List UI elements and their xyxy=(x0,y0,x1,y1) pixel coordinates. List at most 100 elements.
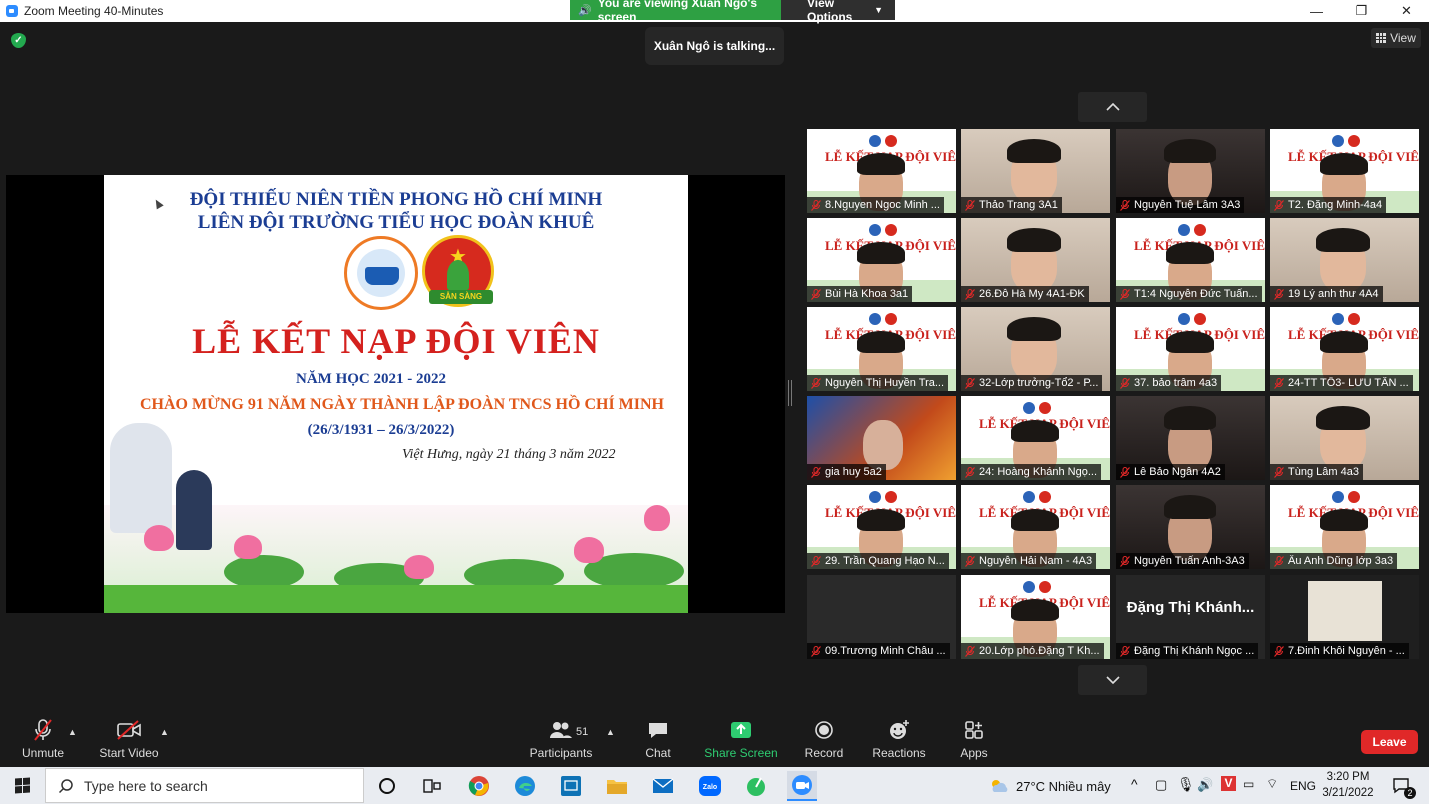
record-icon xyxy=(815,721,833,739)
minimize-button[interactable]: — xyxy=(1294,0,1339,22)
zoom-taskbar-icon[interactable] xyxy=(787,771,817,801)
muted-mic-icon xyxy=(811,288,821,300)
participant-hair xyxy=(857,242,905,264)
view-layout-button[interactable]: View xyxy=(1371,28,1421,48)
muted-mic-icon xyxy=(811,199,821,211)
participant-name: 19 Lý anh thư 4A4 xyxy=(1288,288,1379,300)
vietkey-icon[interactable]: V xyxy=(1221,776,1236,791)
participant-name: 09.Trương Minh Châu ... xyxy=(825,645,946,657)
participant-tile[interactable]: 19 Lý anh thư 4A4 xyxy=(1270,218,1419,302)
participant-namebar: Nguyễn Thị Huyền Tra... xyxy=(807,375,949,391)
muted-mic-icon xyxy=(811,377,821,389)
taskbar-clock[interactable]: 3:20 PM 3/21/2022 xyxy=(1313,769,1383,801)
participant-namebar: gia huy 5a2 xyxy=(807,464,886,480)
reactions-button[interactable]: Reactions xyxy=(870,714,928,767)
start-video-button[interactable]: Start Video xyxy=(96,714,162,767)
chrome-icon[interactable] xyxy=(464,771,494,801)
participant-namebar: 8.Nguyen Ngoc Minh ... xyxy=(807,197,944,213)
weather-text[interactable]: 27°C Nhiều mây xyxy=(1016,779,1111,794)
record-button[interactable]: Record xyxy=(802,714,846,767)
view-options-button[interactable]: View Options ▼ xyxy=(781,0,895,24)
participant-tile[interactable]: LỄ KẾT NẠP ĐỘI VIÊN29. Trần Quang Hạo N.… xyxy=(807,485,956,569)
participant-name: 24: Hoàng Khánh Ngọ... xyxy=(979,466,1098,478)
video-options-caret-icon[interactable]: ▲ xyxy=(160,727,170,737)
edge-icon[interactable] xyxy=(510,771,540,801)
participant-hair xyxy=(1164,495,1216,519)
view-label: View xyxy=(1390,31,1416,45)
participant-tile[interactable]: LỄ KẾT NẠP ĐỘI VIÊNT1:4 Nguyễn Đức Tuấn.… xyxy=(1116,218,1265,302)
viewing-indicator: 🔊 You are viewing Xuân Ngô's screen xyxy=(570,0,781,24)
participant-tile[interactable]: LỄ KẾT NẠP ĐỘI VIÊNÂu Anh Dũng lớp 3a3 xyxy=(1270,485,1419,569)
participants-button[interactable]: Participants xyxy=(528,714,594,767)
participant-name: Thảo Trang 3A1 xyxy=(979,199,1058,211)
wifi-icon[interactable]: ⌔ xyxy=(1266,776,1278,792)
participant-tile[interactable]: LỄ KẾT NẠP ĐỘI VIÊN24-TT TỔ3- LƯU TẤN ..… xyxy=(1270,307,1419,391)
participant-tile[interactable]: Nguyễn Tuấn Anh-3A3 xyxy=(1116,485,1265,569)
slide-line-2: LIÊN ĐỘI TRƯỜNG TIỂU HỌC ĐOÀN KHUÊ xyxy=(197,212,595,233)
maximize-button[interactable]: ❐ xyxy=(1339,0,1384,22)
participant-tile[interactable]: LỄ KẾT NẠP ĐỘI VIÊNBùi Hà Khoa 3a1 xyxy=(807,218,956,302)
apps-button[interactable]: Apps xyxy=(954,714,994,767)
participant-tile[interactable]: Tùng Lâm 4a3 xyxy=(1270,396,1419,480)
participant-tile[interactable]: LỄ KẾT NẠP ĐỘI VIÊN20.Lớp phó.Đặng T Kh.… xyxy=(961,575,1110,659)
participant-tile[interactable]: 32-Lớp trưởng-Tổ2 - P... xyxy=(961,307,1110,391)
participant-hair xyxy=(1166,331,1214,353)
participant-namebar: Tùng Lâm 4a3 xyxy=(1270,464,1363,480)
participant-tile[interactable]: LỄ KẾT NẠP ĐỘI VIÊN8.Nguyen Ngoc Minh ..… xyxy=(807,129,956,213)
file-explorer-icon[interactable] xyxy=(602,771,632,801)
volume-icon[interactable]: 🔊 xyxy=(1197,777,1213,793)
cortana-icon[interactable] xyxy=(372,771,402,801)
participant-tile[interactable]: Lê Bảo Ngân 4A2 xyxy=(1116,396,1265,480)
task-view-icon[interactable] xyxy=(417,771,447,801)
gallery-next-button[interactable] xyxy=(1078,665,1147,695)
gallery-prev-button[interactable] xyxy=(1078,92,1147,122)
participant-namebar: 24: Hoàng Khánh Ngọ... xyxy=(961,464,1102,480)
share-screen-button[interactable]: Share Screen xyxy=(704,714,778,767)
taskbar-search[interactable]: Type here to search xyxy=(45,768,364,803)
participant-tile[interactable]: LỄ KẾT NẠP ĐỘI VIÊNT2. Đặng Minh-4a4 xyxy=(1270,129,1419,213)
participants-label: Participants xyxy=(529,746,593,760)
participant-namebar: Nguyễn Tuệ Lâm 3A3 xyxy=(1116,197,1245,213)
participant-namebar: 19 Lý anh thư 4A4 xyxy=(1270,286,1383,302)
lotus-flower xyxy=(234,535,262,559)
participant-name: Tùng Lâm 4a3 xyxy=(1288,466,1359,478)
participant-name: 24-TT TỔ3- LƯU TẤN ... xyxy=(1288,377,1409,389)
meet-now-icon[interactable]: ▢ xyxy=(1155,777,1167,793)
participant-namebar: 09.Trương Minh Châu ... xyxy=(807,643,950,659)
unmute-label: Unmute xyxy=(21,746,65,760)
microphone-tray-icon[interactable]: 🎙 xyxy=(1177,776,1195,793)
start-button[interactable] xyxy=(0,767,44,804)
participant-tile[interactable]: 09.Trương Minh Châu ... xyxy=(807,575,956,659)
audio-options-caret-icon[interactable]: ▲ xyxy=(68,727,78,737)
close-button[interactable]: ✕ xyxy=(1384,0,1429,22)
participant-tile[interactable]: Thảo Trang 3A1 xyxy=(961,129,1110,213)
participant-hair xyxy=(1007,139,1061,163)
participant-tile[interactable]: LỄ KẾT NẠP ĐỘI VIÊNNguyễn Thị Huyền Tra.… xyxy=(807,307,956,391)
participant-tile[interactable]: 26.Đỗ Hà My 4A1-ĐK xyxy=(961,218,1110,302)
mail-icon[interactable] xyxy=(648,771,678,801)
participant-hair xyxy=(1320,153,1368,175)
participant-name: 29. Trần Quang Hạo N... xyxy=(825,555,945,567)
participant-count: 51 xyxy=(576,726,589,738)
participants-caret-icon[interactable]: ▲ xyxy=(606,727,616,737)
unmute-button[interactable]: Unmute xyxy=(18,714,68,767)
chat-button[interactable]: Chat xyxy=(638,714,678,767)
participant-tile[interactable]: LỄ KẾT NẠP ĐỘI VIÊNNguyễn Hải Nam - 4A3 xyxy=(961,485,1110,569)
notification-center-icon[interactable]: 2 xyxy=(1387,771,1417,801)
participant-tile[interactable]: gia huy 5a2 xyxy=(807,396,956,480)
panel-resize-handle[interactable] xyxy=(788,380,792,406)
encryption-shield-icon[interactable]: ✓ xyxy=(11,33,26,48)
participant-tile[interactable]: Đặng Thị Khánh... Đặng Thị Khánh Ngọc ... xyxy=(1116,575,1265,659)
leave-button[interactable]: Leave xyxy=(1361,730,1418,754)
coccoc-icon[interactable] xyxy=(741,771,771,801)
participant-tile[interactable]: LỄ KẾT NẠP ĐỘI VIÊN24: Hoàng Khánh Ngọ..… xyxy=(961,396,1110,480)
zalo-icon[interactable]: Zalo xyxy=(695,771,725,801)
battery-icon[interactable]: ▭ xyxy=(1243,777,1254,791)
chat-label: Chat xyxy=(645,746,671,760)
participant-tile[interactable]: Nguyễn Tuệ Lâm 3A3 xyxy=(1116,129,1265,213)
dell-app-icon[interactable] xyxy=(556,771,586,801)
participants-icon xyxy=(550,722,572,738)
tray-overflow-chevron-icon[interactable]: ^ xyxy=(1131,776,1138,792)
participant-tile[interactable]: 7.Đinh Khôi Nguyên - ... xyxy=(1270,575,1419,659)
participant-tile[interactable]: LỄ KẾT NẠP ĐỘI VIÊN37. bảo trâm 4a3 xyxy=(1116,307,1265,391)
